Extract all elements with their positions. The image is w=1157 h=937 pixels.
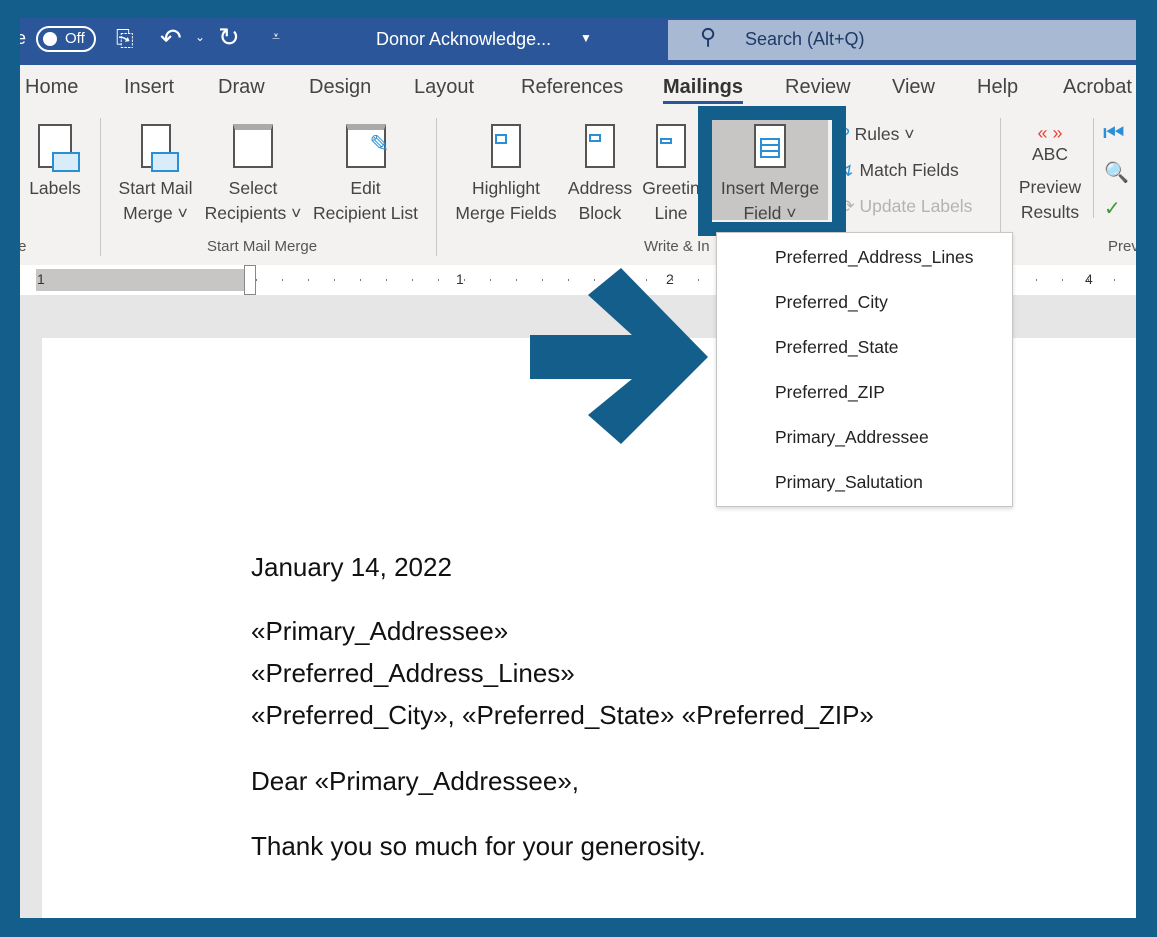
pointer-arrow-icon bbox=[530, 268, 708, 444]
